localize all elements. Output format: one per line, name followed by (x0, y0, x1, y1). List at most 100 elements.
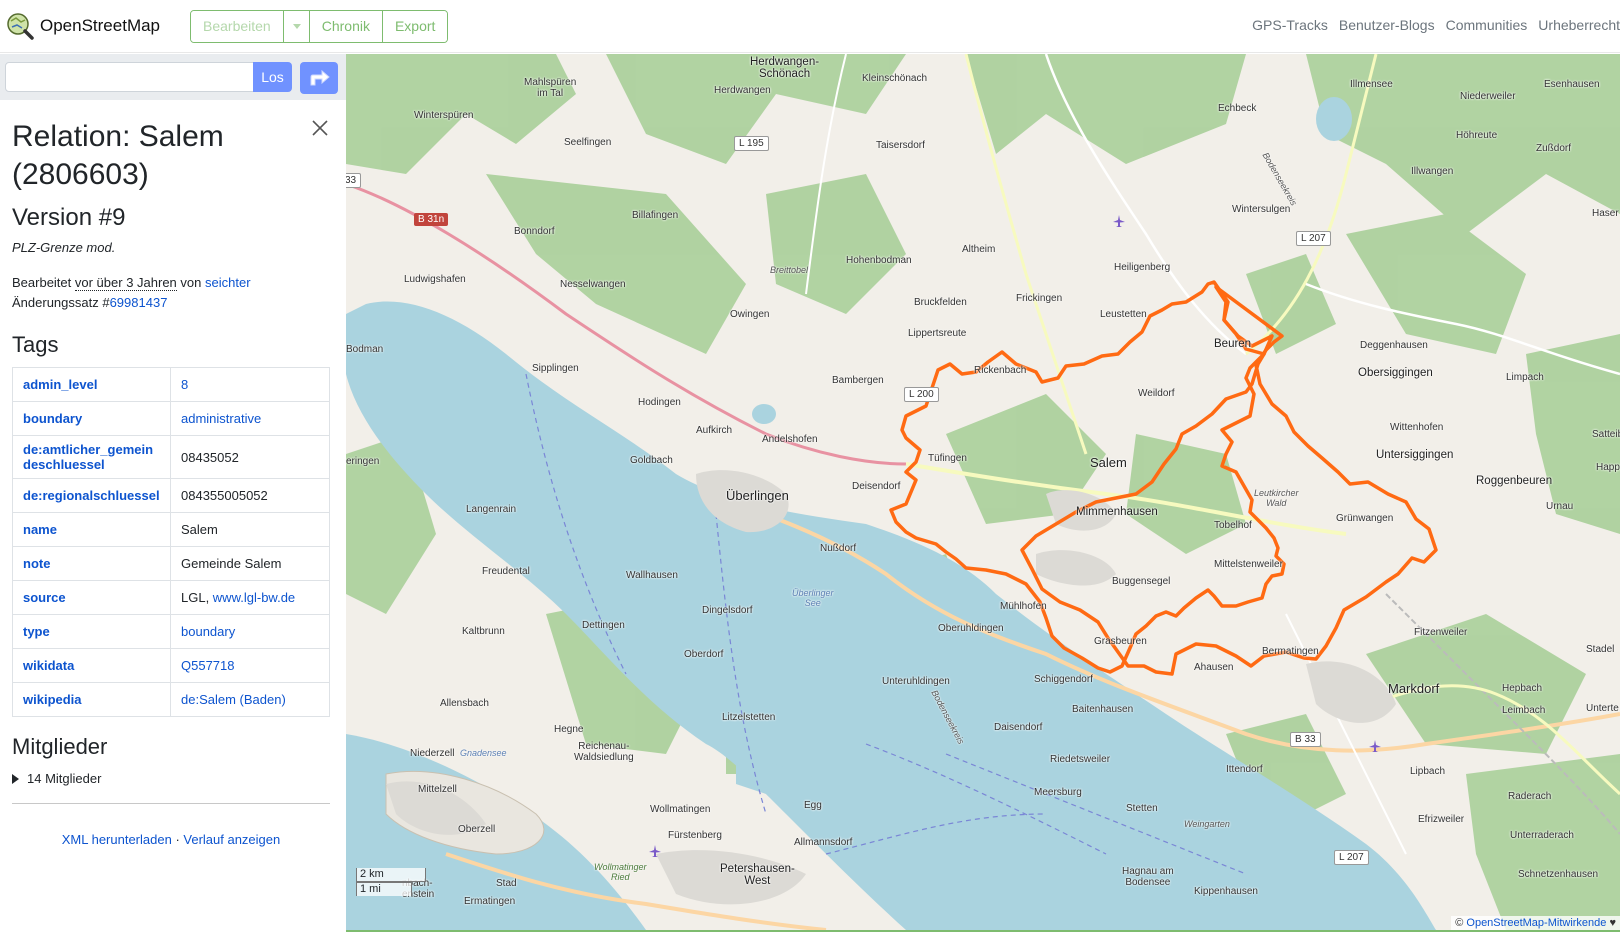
search-go-button[interactable]: Los (253, 62, 292, 92)
download-xml-link[interactable]: XML herunterladen (62, 832, 172, 847)
place-label: Goldbach (630, 455, 673, 466)
place-label: Hagnau am Bodensee (1122, 866, 1174, 888)
nav-copyright[interactable]: Urheberrecht (1538, 17, 1620, 33)
tag-key[interactable]: source (12, 580, 171, 615)
place-label: Niederzell (410, 748, 455, 759)
place-label: Leutkircher Wald (1254, 488, 1299, 508)
nav-gps-tracks[interactable]: GPS-Tracks (1252, 17, 1328, 33)
place-label: Ittendorf (1226, 764, 1263, 775)
place-label: Bonndorf (514, 226, 555, 237)
place-label: Leimbach (1502, 705, 1546, 716)
tag-value-link[interactable]: www.lgl-bw.de (213, 590, 295, 605)
road-shield: L 207 (1296, 231, 1331, 246)
place-label: eringen (346, 456, 380, 467)
place-label: Mittelzell (418, 784, 457, 795)
place-label: Mittelstenweiler (1214, 559, 1283, 570)
tag-value-link[interactable]: boundary (181, 624, 235, 639)
place-label: Weildorf (1138, 388, 1175, 399)
brand[interactable]: OpenStreetMap (6, 10, 160, 42)
tag-row: name Salem (12, 512, 330, 547)
tag-value[interactable]: Q557718 (170, 648, 330, 683)
tag-value-link[interactable]: de:Salem (Baden) (181, 692, 286, 707)
tag-value-text: LGL, (181, 590, 213, 605)
tag-key[interactable]: type (12, 614, 171, 649)
search-input[interactable] (5, 62, 254, 92)
members-heading: Mitglieder (12, 734, 108, 759)
tag-key[interactable]: name (12, 512, 171, 547)
place-label: Hodingen (638, 397, 681, 408)
place-label: Bodman (346, 344, 384, 355)
place-label: Winterspüren (414, 110, 474, 121)
place-label: Wittenhofen (1390, 422, 1444, 433)
footer-strip (0, 930, 1620, 937)
nav-user-diaries[interactable]: Benutzer-Blogs (1339, 17, 1435, 33)
road-shield: L 200 (904, 387, 939, 402)
export-button[interactable]: Export (382, 11, 448, 42)
members-toggle[interactable]: 14 Mitglieder (12, 771, 330, 786)
tag-value-link[interactable]: administrative (181, 411, 261, 426)
editor-user-link[interactable]: seichter (205, 275, 251, 290)
place-label: Meersburg (1034, 787, 1082, 798)
place-label: Schiggendorf (1034, 674, 1093, 685)
tag-value-link[interactable]: 8 (181, 377, 188, 392)
place-label: Altheim (962, 244, 996, 255)
brand-name: OpenStreetMap (40, 16, 161, 35)
disclosure-triangle-icon (12, 773, 19, 784)
place-label: Tobelhof (1214, 520, 1252, 531)
tag-value[interactable]: 8 (170, 367, 330, 402)
edited-time: vor über 3 Jahren (74, 275, 177, 291)
place-label: Hegne (554, 724, 584, 735)
tag-key[interactable]: wikipedia (12, 682, 171, 717)
tag-key[interactable]: note (12, 546, 171, 581)
tag-value[interactable]: administrative (170, 401, 330, 436)
place-label: Unterte (1586, 703, 1619, 714)
edited-prefix: Bearbeitet (12, 275, 72, 290)
history-button[interactable]: Chronik (309, 11, 383, 42)
tag-value-link[interactable]: Q557718 (181, 658, 235, 673)
place-label: Herdwangen- Schönach (750, 56, 820, 80)
changeset-link[interactable]: 69981437 (110, 295, 168, 310)
tag-value-text: 08435052 (181, 449, 239, 465)
tag-key[interactable]: wikidata (12, 648, 171, 683)
edit-metadata: Bearbeitet vor über 3 Jahren von seichte… (12, 273, 330, 313)
attribution-link[interactable]: OpenStreetMap-Mitwirkende (1466, 917, 1606, 929)
place-label: Ahausen (1194, 662, 1234, 673)
place-label: Wollmatingen (650, 804, 711, 815)
map-view[interactable]: Herdwangen- Schönach Herdwangen Kleinsch… (346, 54, 1620, 930)
place-label: Oberuhldingen (938, 623, 1004, 634)
tag-row: wikipedia de:Salem (Baden) (12, 682, 330, 717)
place-label: Unteruhldingen (882, 676, 950, 687)
place-label: Obersiggingen (1358, 367, 1433, 379)
tag-key[interactable]: de:regionalschluessel (12, 478, 171, 513)
edit-button[interactable]: Bearbeiten (191, 11, 284, 42)
road-shield: 33 (346, 173, 362, 188)
relation-panel: Relation: Salem (2806603) Version #9 PLZ… (12, 118, 330, 847)
tag-key[interactable]: admin_level (12, 367, 171, 402)
tag-key[interactable]: boundary (12, 401, 171, 436)
nav-communities[interactable]: Communities (1446, 17, 1528, 33)
place-label: Oberdorf (684, 649, 724, 660)
tag-value: 08435052 (170, 435, 330, 479)
place-label: Kaltbrunn (462, 626, 505, 637)
place-label: Markdorf (1388, 681, 1440, 696)
place-label: Billafingen (632, 210, 679, 221)
bottom-links: XML herunterladen · Verlauf anzeigen (12, 832, 330, 847)
tag-value[interactable]: boundary (170, 614, 330, 649)
tag-value[interactable]: de:Salem (Baden) (170, 682, 330, 717)
edit-dropdown-button[interactable] (283, 11, 310, 42)
place-label: Petershausen- West (720, 863, 795, 887)
place-label: Überlinger See (792, 588, 834, 608)
place-label: Nesselwangen (560, 279, 626, 290)
place-label: Niederweiler (1460, 91, 1516, 102)
directions-button[interactable] (300, 62, 338, 94)
footer-accent (346, 930, 1620, 932)
place-label: Taisersdorf (876, 140, 925, 151)
tag-key[interactable]: de:amtlicher_gemeindeschluessel (12, 435, 171, 479)
place-label: Ermatingen (464, 896, 516, 907)
place-label: Stetten (1126, 803, 1158, 814)
tag-row: type boundary (12, 614, 330, 649)
airport-icon (649, 845, 661, 857)
scale-mi: 1 mi (356, 882, 412, 896)
place-label: Haser (1592, 208, 1619, 219)
view-history-link[interactable]: Verlauf anzeigen (183, 832, 280, 847)
